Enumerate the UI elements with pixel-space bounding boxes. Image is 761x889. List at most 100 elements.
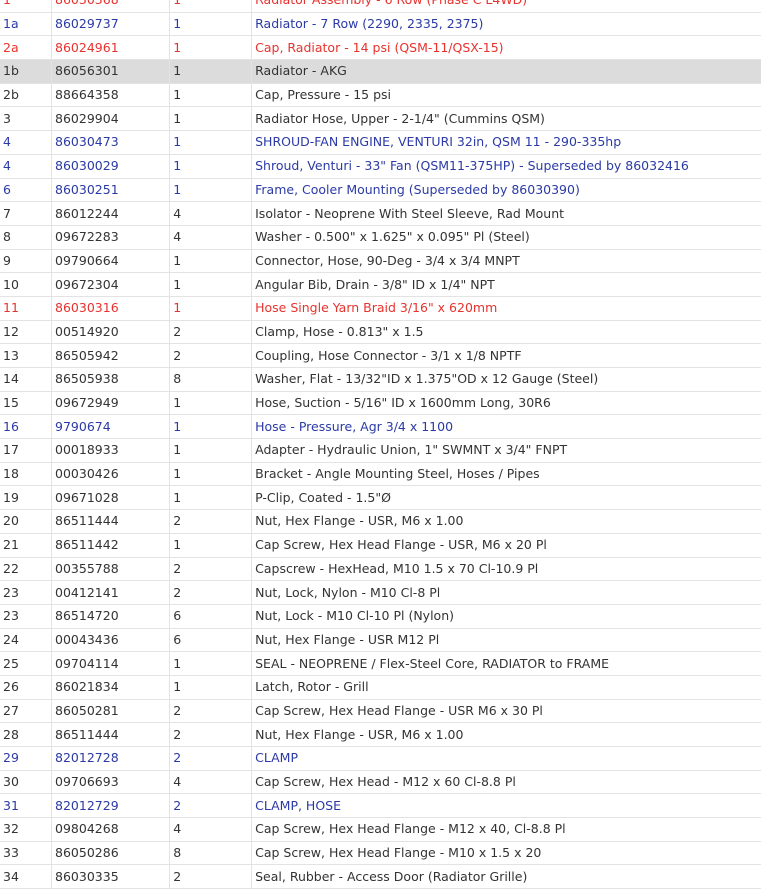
- part-number-cell[interactable]: 86514720: [51, 604, 171, 629]
- description-cell[interactable]: Radiator - 7 Row (2290, 2335, 2375): [251, 12, 761, 37]
- table-row[interactable]: 23 86514720 6 Nut, Lock - M10 Cl-10 Pl (…: [0, 604, 761, 629]
- part-number-cell[interactable]: 9790674: [51, 414, 171, 440]
- table-row[interactable]: 16 9790674 1 Hose - Pressure, Agr 3/4 x …: [0, 414, 761, 440]
- table-row[interactable]: 7 86012244 4 Isolator - Neoprene With St…: [0, 201, 761, 226]
- table-row[interactable]: 25 09704114 1 SEAL - NEOPRENE / Flex-Ste…: [0, 651, 761, 676]
- part-number-cell[interactable]: 09672304: [51, 272, 171, 297]
- description-cell[interactable]: Hose Single Yarn Braid 3/16" x 620mm: [251, 296, 761, 321]
- description-cell[interactable]: Washer, Flat - 13/32"ID x 1.375"OD x 12 …: [251, 367, 761, 392]
- table-row[interactable]: 30 09706693 4 Cap Screw, Hex Head - M12 …: [0, 770, 761, 795]
- part-number-cell[interactable]: 86050286: [51, 841, 171, 866]
- table-row[interactable]: 18 00030426 1 Bracket - Angle Mounting S…: [0, 462, 761, 487]
- part-number-cell[interactable]: 86029737: [51, 12, 171, 37]
- part-number-cell[interactable]: 00043436: [51, 628, 171, 653]
- description-cell[interactable]: Frame, Cooler Mounting (Superseded by 86…: [251, 178, 761, 203]
- description-cell[interactable]: Nut, Hex Flange - USR, M6 x 1.00: [251, 509, 761, 534]
- part-number-cell[interactable]: 86029904: [51, 106, 171, 132]
- part-number-cell[interactable]: 86030368: [51, 0, 171, 13]
- description-cell[interactable]: Bracket - Angle Mounting Steel, Hoses / …: [251, 462, 761, 487]
- table-row[interactable]: 31 82012729 2 CLAMP, HOSE: [0, 793, 761, 819]
- table-row[interactable]: 4 86030029 1 Shroud, Venturi - 33" Fan (…: [0, 154, 761, 179]
- table-row[interactable]: 13 86505942 2 Coupling, Hose Connector -…: [0, 343, 761, 368]
- part-number-cell[interactable]: 82012728: [51, 746, 171, 771]
- table-row[interactable]: 27 86050281 2 Cap Screw, Hex Head Flange…: [0, 699, 761, 724]
- description-cell[interactable]: Coupling, Hose Connector - 3/1 x 1/8 NPT…: [251, 343, 761, 368]
- table-row[interactable]: 23 00412141 2 Nut, Lock, Nylon - M10 Cl-…: [0, 580, 761, 605]
- part-number-cell[interactable]: 86030251: [51, 178, 171, 203]
- description-cell[interactable]: Nut, Hex Flange - USR M12 Pl: [251, 628, 761, 653]
- table-row[interactable]: 2a 86024961 1 Cap, Radiator - 14 psi (QS…: [0, 35, 761, 61]
- table-row[interactable]: 1a 86029737 1 Radiator - 7 Row (2290, 23…: [0, 12, 761, 37]
- part-number-cell[interactable]: 86056301: [51, 59, 171, 84]
- part-number-cell[interactable]: 88664358: [51, 83, 171, 108]
- part-number-cell[interactable]: 09704114: [51, 651, 171, 676]
- table-row[interactable]: 2b 88664358 1 Cap, Pressure - 15 psi: [0, 83, 761, 108]
- part-number-cell[interactable]: 00355788: [51, 557, 171, 582]
- table-row[interactable]: 6 86030251 1 Frame, Cooler Mounting (Sup…: [0, 178, 761, 203]
- description-cell[interactable]: Cap, Pressure - 15 psi: [251, 83, 761, 108]
- part-number-cell[interactable]: 00412141: [51, 580, 171, 605]
- table-row[interactable]: 19 09671028 1 P-Clip, Coated - 1.5"Ø: [0, 485, 761, 511]
- part-number-cell[interactable]: 86024961: [51, 35, 171, 61]
- table-row[interactable]: 17 00018933 1 Adapter - Hydraulic Union,…: [0, 438, 761, 463]
- part-number-cell[interactable]: 09672949: [51, 391, 171, 416]
- part-number-cell[interactable]: 86511442: [51, 533, 171, 558]
- table-row[interactable]: 8 09672283 4 Washer - 0.500" x 1.625" x …: [0, 225, 761, 250]
- description-cell[interactable]: Cap Screw, Hex Head Flange - M10 x 1.5 x…: [251, 841, 761, 866]
- part-number-cell[interactable]: 00030426: [51, 462, 171, 487]
- description-cell[interactable]: CLAMP: [251, 746, 761, 771]
- table-row[interactable]: 1 86030368 1 Radiator Assembly - 6 Row (…: [0, 0, 761, 13]
- part-number-cell[interactable]: 86511444: [51, 509, 171, 534]
- part-number-cell[interactable]: 86030316: [51, 296, 171, 321]
- part-number-cell[interactable]: 82012729: [51, 793, 171, 819]
- description-cell[interactable]: Radiator Hose, Upper - 2-1/4" (Cummins Q…: [251, 106, 761, 132]
- description-cell[interactable]: Hose, Suction - 5/16" ID x 1600mm Long, …: [251, 391, 761, 416]
- part-number-cell[interactable]: 86012244: [51, 201, 171, 226]
- description-cell[interactable]: Adapter - Hydraulic Union, 1" SWMNT x 3/…: [251, 438, 761, 463]
- table-row[interactable]: 24 00043436 6 Nut, Hex Flange - USR M12 …: [0, 628, 761, 653]
- table-row[interactable]: 3 86029904 1 Radiator Hose, Upper - 2-1/…: [0, 106, 761, 132]
- description-cell[interactable]: Connector, Hose, 90-Deg - 3/4 x 3/4 MNPT: [251, 249, 761, 274]
- description-cell[interactable]: Cap Screw, Hex Head Flange - M12 x 40, C…: [251, 817, 761, 842]
- description-cell[interactable]: CLAMP, HOSE: [251, 793, 761, 819]
- description-cell[interactable]: SHROUD-FAN ENGINE, VENTURI 32in, QSM 11 …: [251, 130, 761, 155]
- part-number-cell[interactable]: 09706693: [51, 770, 171, 795]
- table-row[interactable]: 32 09804268 4 Cap Screw, Hex Head Flange…: [0, 817, 761, 842]
- description-cell[interactable]: Cap Screw, Hex Head - M12 x 60 Cl-8.8 Pl: [251, 770, 761, 795]
- table-row[interactable]: 34 86030335 2 Seal, Rubber - Access Door…: [0, 864, 761, 889]
- part-number-cell[interactable]: 00018933: [51, 438, 171, 463]
- part-number-cell[interactable]: 86021834: [51, 675, 171, 700]
- description-cell[interactable]: Nut, Hex Flange - USR, M6 x 1.00: [251, 722, 761, 747]
- description-cell[interactable]: Cap Screw, Hex Head Flange - USR, M6 x 2…: [251, 533, 761, 558]
- description-cell[interactable]: P-Clip, Coated - 1.5"Ø: [251, 485, 761, 511]
- table-row[interactable]: 29 82012728 2 CLAMP: [0, 746, 761, 771]
- description-cell[interactable]: SEAL - NEOPRENE / Flex-Steel Core, RADIA…: [251, 651, 761, 676]
- description-cell[interactable]: Hose - Pressure, Agr 3/4 x 1100: [251, 414, 761, 440]
- part-number-cell[interactable]: 86030473: [51, 130, 171, 155]
- description-cell[interactable]: Seal, Rubber - Access Door (Radiator Gri…: [251, 864, 761, 889]
- description-cell[interactable]: Radiator - AKG: [251, 59, 761, 84]
- table-row[interactable]: 10 09672304 1 Angular Bib, Drain - 3/8" …: [0, 272, 761, 297]
- table-row[interactable]: 26 86021834 1 Latch, Rotor - Grill: [0, 675, 761, 700]
- description-cell[interactable]: Latch, Rotor - Grill: [251, 675, 761, 700]
- table-row[interactable]: 1b 86056301 1 Radiator - AKG: [0, 59, 761, 84]
- table-row[interactable]: 21 86511442 1 Cap Screw, Hex Head Flange…: [0, 533, 761, 558]
- description-cell[interactable]: Isolator - Neoprene With Steel Sleeve, R…: [251, 201, 761, 226]
- part-number-cell[interactable]: 09790664: [51, 249, 171, 274]
- table-row[interactable]: 15 09672949 1 Hose, Suction - 5/16" ID x…: [0, 391, 761, 416]
- description-cell[interactable]: Capscrew - HexHead, M10 1.5 x 70 Cl-10.9…: [251, 557, 761, 582]
- description-cell[interactable]: Radiator Assembly - 6 Row (Phase C L4WD): [251, 0, 761, 13]
- part-number-cell[interactable]: 86030335: [51, 864, 171, 889]
- table-row[interactable]: 14 86505938 8 Washer, Flat - 13/32"ID x …: [0, 367, 761, 392]
- part-number-cell[interactable]: 86511444: [51, 722, 171, 747]
- table-row[interactable]: 11 86030316 1 Hose Single Yarn Braid 3/1…: [0, 296, 761, 321]
- description-cell[interactable]: Shroud, Venturi - 33" Fan (QSM11-375HP) …: [251, 154, 761, 179]
- description-cell[interactable]: Washer - 0.500" x 1.625" x 0.095" Pl (St…: [251, 225, 761, 250]
- table-row[interactable]: 33 86050286 8 Cap Screw, Hex Head Flange…: [0, 841, 761, 866]
- description-cell[interactable]: Angular Bib, Drain - 3/8" ID x 1/4" NPT: [251, 272, 761, 297]
- part-number-cell[interactable]: 86505942: [51, 343, 171, 368]
- table-row[interactable]: 22 00355788 2 Capscrew - HexHead, M10 1.…: [0, 557, 761, 582]
- table-row[interactable]: 20 86511444 2 Nut, Hex Flange - USR, M6 …: [0, 509, 761, 534]
- part-number-cell[interactable]: 86030029: [51, 154, 171, 179]
- description-cell[interactable]: Cap Screw, Hex Head Flange - USR M6 x 30…: [251, 699, 761, 724]
